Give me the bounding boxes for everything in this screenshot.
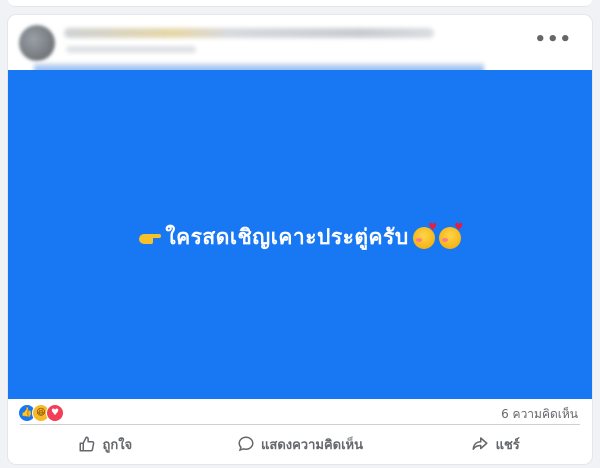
avatar[interactable] [19,25,55,61]
share-label: แชร์ [495,437,520,453]
pointing-right-icon [139,230,162,246]
post-meta-blurred [66,46,196,53]
smiling-face-with-hearts-icon [438,222,464,249]
share-button[interactable]: แชร์ [397,425,592,463]
post-card: ••• ใครสดเชิญเคาะประตู่ครับ 👍 😆 ♥ 6 ความ… [8,15,592,464]
more-options-icon[interactable]: ••• [534,31,572,49]
comment-bubble-icon [238,436,254,452]
post-image[interactable]: ใครสดเชิญเคาะประตู่ครับ [8,70,592,399]
previous-post-edge [8,0,592,7]
reactions-row: 👍 😆 ♥ 6 ความคิดเห็น [8,401,592,423]
post-actions: ถูกใจ แสดงความคิดเห็น แชร์ [8,425,592,463]
comment-count[interactable]: 6 ความคิดเห็น [501,405,578,424]
smiling-face-with-hearts-icon [412,222,438,249]
post-image-text: ใครสดเชิญเคาะประตู่ครับ [165,225,409,249]
reaction-summary[interactable]: 👍 😆 ♥ [18,404,64,422]
share-arrow-icon [472,437,488,450]
post-image-text-line: ใครสดเชิญเคาะประตู่ครับ [139,221,464,254]
like-label: ถูกใจ [102,437,133,453]
like-button[interactable]: ถูกใจ [8,425,203,463]
love-reaction-icon: ♥ [46,404,64,422]
comment-label: แสดงความคิดเห็น [261,437,364,453]
thumbs-up-icon [79,436,95,452]
author-name-blurred [64,28,434,38]
comment-button[interactable]: แสดงความคิดเห็น [203,425,398,463]
